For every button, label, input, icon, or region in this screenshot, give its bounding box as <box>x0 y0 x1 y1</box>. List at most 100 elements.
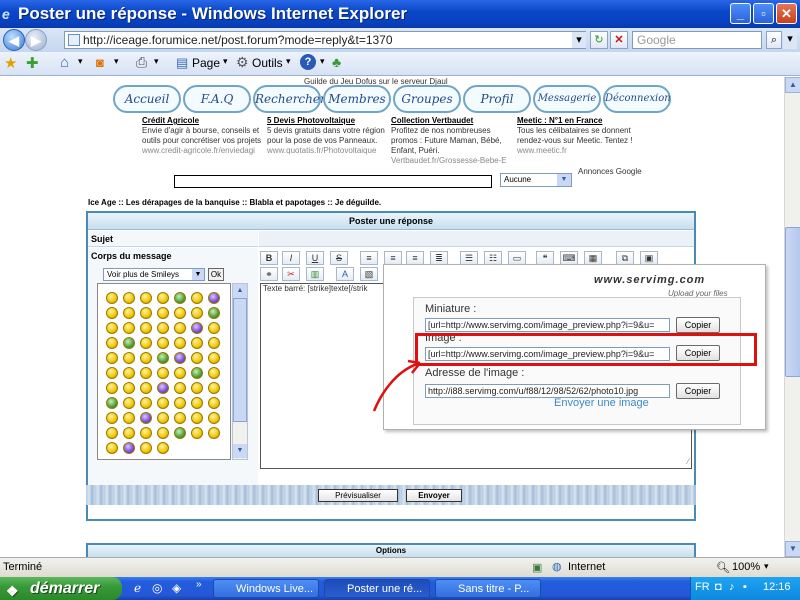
font-icon[interactable]: A <box>336 267 354 281</box>
smiley-icon[interactable] <box>174 292 186 304</box>
justify-icon[interactable]: ≣ <box>430 251 448 265</box>
quicklaunch-ie-icon[interactable]: ℯ <box>134 581 141 595</box>
smiley-icon[interactable] <box>208 397 220 409</box>
thumbnail-code-field[interactable]: [url=http://www.servimg.com/image_previe… <box>425 318 670 332</box>
smiley-icon[interactable] <box>174 397 186 409</box>
nav-rechercher[interactable]: Rechercher <box>253 85 326 113</box>
smiley-icon[interactable] <box>174 307 186 319</box>
home-dropdown-icon[interactable]: ▾ <box>78 56 83 67</box>
ad-title[interactable]: Collection Vertbaudet <box>391 116 515 126</box>
nav-groupes[interactable]: Groupes <box>393 85 461 113</box>
scroll-down-icon[interactable]: ▼ <box>785 541 800 557</box>
smiley-icon[interactable] <box>174 367 186 379</box>
ad-block[interactable]: Crédit Agricole Envie d'agir à bourse, c… <box>142 116 266 156</box>
nav-deconnexion[interactable]: Déconnexion <box>603 85 671 113</box>
options-header[interactable]: Options <box>86 543 696 557</box>
minimize-button[interactable]: _ <box>730 3 751 24</box>
number-list-icon[interactable]: ☷ <box>484 251 502 265</box>
ad-title[interactable]: Crédit Agricole <box>142 116 266 126</box>
smiley-icon[interactable] <box>157 442 169 454</box>
copy-icon[interactable]: ⧉ <box>616 251 634 265</box>
smiley-icon[interactable] <box>106 412 118 424</box>
smiley-icon[interactable] <box>123 442 135 454</box>
smiley-icon[interactable] <box>140 292 152 304</box>
volume-icon[interactable]: ♪ <box>729 581 735 593</box>
smiley-icon[interactable] <box>123 412 135 424</box>
smiley-icon[interactable] <box>140 382 152 394</box>
bold-button[interactable]: B <box>260 251 278 265</box>
unlink-icon[interactable]: ✂ <box>282 267 300 281</box>
back-button[interactable]: ◀ <box>3 29 25 51</box>
smiley-icon[interactable] <box>140 352 152 364</box>
scroll-thumb[interactable] <box>785 227 800 377</box>
ad-block[interactable]: 5 Devis Photovoltaique 5 devis gratuits … <box>267 116 391 156</box>
align-right-icon[interactable]: ≡ <box>406 251 424 265</box>
smiley-icon[interactable] <box>157 307 169 319</box>
feeds-dropdown-icon[interactable]: ▾ <box>114 56 119 67</box>
smiley-icon[interactable] <box>191 397 203 409</box>
tools-dropdown-icon[interactable]: ▾ <box>286 56 291 67</box>
nav-messagerie[interactable]: Messagerie <box>533 85 601 113</box>
url-field[interactable]: http://iceage.forumice.net/post.forum?mo… <box>64 31 586 49</box>
smiley-icon[interactable] <box>191 367 203 379</box>
send-button[interactable]: Envoyer <box>406 489 462 502</box>
smiley-icon[interactable] <box>123 337 135 349</box>
smiley-icon[interactable] <box>157 352 169 364</box>
search-icon[interactable]: ⌕ <box>766 31 782 49</box>
code-icon[interactable]: ⌨ <box>560 251 578 265</box>
start-button[interactable]: ❖ démarrer <box>0 577 122 600</box>
forward-button[interactable]: ▶ <box>25 29 47 51</box>
smiley-icon[interactable] <box>208 292 220 304</box>
smiley-select[interactable]: Voir plus de Smileys ▼ <box>103 268 205 281</box>
smiley-icon[interactable] <box>106 292 118 304</box>
send-another-image-link[interactable]: Envoyer une image <box>554 397 649 409</box>
smiley-icon[interactable] <box>106 307 118 319</box>
smiley-icon[interactable] <box>123 322 135 334</box>
smiley-icon[interactable] <box>123 352 135 364</box>
smiley-icon[interactable] <box>123 427 135 439</box>
ads-by-google[interactable]: Annonces Google <box>578 167 642 176</box>
smiley-icon[interactable] <box>106 427 118 439</box>
smiley-ok-button[interactable]: Ok <box>208 268 224 281</box>
table-icon[interactable]: ▦ <box>584 251 602 265</box>
ad-title[interactable]: 5 Devis Photovoltaique <box>267 116 391 126</box>
smiley-icon[interactable] <box>157 367 169 379</box>
smiley-icon[interactable] <box>208 412 220 424</box>
zoom-level[interactable]: 100% <box>732 561 760 573</box>
messenger-icon[interactable]: ♣ <box>332 54 341 70</box>
smiley-icon[interactable] <box>106 442 118 454</box>
smiley-icon[interactable] <box>191 307 203 319</box>
smiley-icon[interactable] <box>140 397 152 409</box>
add-favorites-icon[interactable]: ✚ <box>26 54 39 72</box>
smiley-icon[interactable] <box>191 352 203 364</box>
smiley-icon[interactable] <box>157 322 169 334</box>
close-button[interactable]: ✕ <box>776 3 797 24</box>
taskbar-button-paint[interactable]: Sans titre - P... <box>435 579 541 598</box>
hr-icon[interactable]: ▭ <box>508 251 526 265</box>
quicklaunch-icon[interactable]: ◎ <box>152 581 162 595</box>
smiley-icon[interactable] <box>191 427 203 439</box>
smiley-icon[interactable] <box>208 382 220 394</box>
smiley-icon[interactable] <box>191 382 203 394</box>
smiley-icon[interactable] <box>157 337 169 349</box>
ad-url[interactable]: www.quotatis.fr/Photovoltaique <box>267 146 391 156</box>
link-icon[interactable]: ⚭ <box>260 267 278 281</box>
scroll-thumb[interactable] <box>233 298 247 422</box>
url-dropdown-button[interactable]: ▾ <box>572 32 586 48</box>
quicklaunch-more-icon[interactable]: » <box>196 579 202 590</box>
help-dropdown-icon[interactable]: ▾ <box>320 56 325 67</box>
refresh-icon[interactable]: ↻ <box>590 31 608 49</box>
print-icon[interactable]: ⎙ <box>136 54 147 71</box>
smiley-icon[interactable] <box>157 382 169 394</box>
network-icon[interactable]: ◘ <box>715 581 722 593</box>
smiley-icon[interactable] <box>157 427 169 439</box>
smiley-icon[interactable] <box>208 367 220 379</box>
tools-menu[interactable]: Outils <box>252 56 283 70</box>
smiley-icon[interactable] <box>174 352 186 364</box>
smiley-icon[interactable] <box>208 427 220 439</box>
ad-title[interactable]: Meetic : N°1 en France <box>517 116 641 126</box>
smiley-icon[interactable] <box>123 367 135 379</box>
smiley-icon[interactable] <box>208 337 220 349</box>
print-dropdown-icon[interactable]: ▾ <box>154 56 159 67</box>
smiley-icon[interactable] <box>106 397 118 409</box>
